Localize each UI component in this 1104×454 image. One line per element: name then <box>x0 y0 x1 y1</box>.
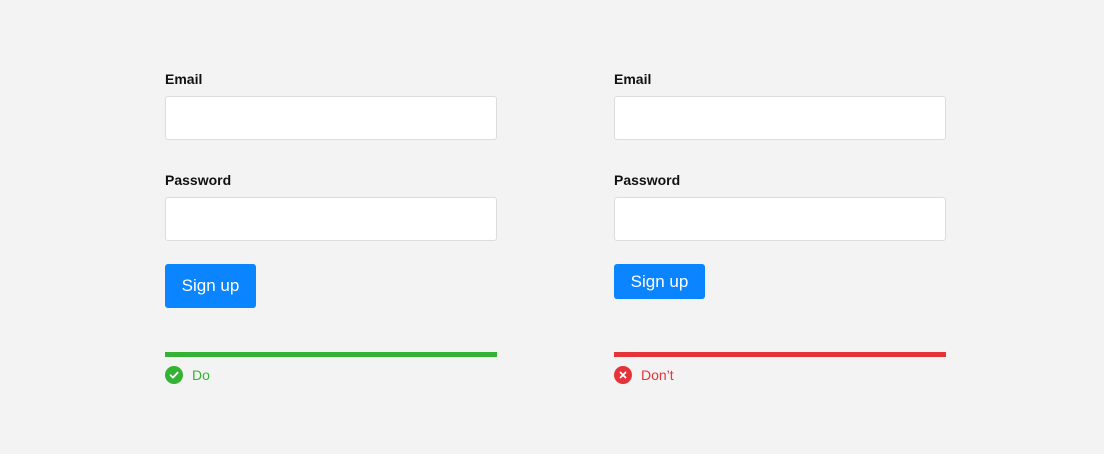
dont-example-panel: Email Password Sign up Don’t <box>614 69 946 389</box>
password-label: Password <box>614 172 681 188</box>
email-field-group: Email <box>614 69 946 140</box>
do-label: Do <box>192 367 210 383</box>
dont-verdict: Don’t <box>614 366 674 384</box>
password-field-group: Password <box>614 170 946 241</box>
do-example-panel: Email Password Sign up Do <box>165 69 497 389</box>
sign-up-button[interactable]: Sign up <box>614 264 705 299</box>
sign-up-button[interactable]: Sign up <box>165 264 256 308</box>
email-input[interactable] <box>165 96 497 140</box>
dont-label: Don’t <box>641 367 674 383</box>
check-circle-icon <box>165 366 183 384</box>
x-circle-icon <box>614 366 632 384</box>
dont-indicator-bar <box>614 352 946 357</box>
password-input[interactable] <box>165 197 497 241</box>
page: Email Password Sign up Do Email Password <box>0 0 1104 454</box>
email-label: Email <box>165 71 203 87</box>
email-input[interactable] <box>614 96 946 140</box>
password-field-group: Password <box>165 170 497 241</box>
do-indicator-bar <box>165 352 497 357</box>
password-input[interactable] <box>614 197 946 241</box>
email-label: Email <box>614 71 652 87</box>
do-verdict: Do <box>165 366 210 384</box>
password-label: Password <box>165 172 232 188</box>
email-field-group: Email <box>165 69 497 140</box>
